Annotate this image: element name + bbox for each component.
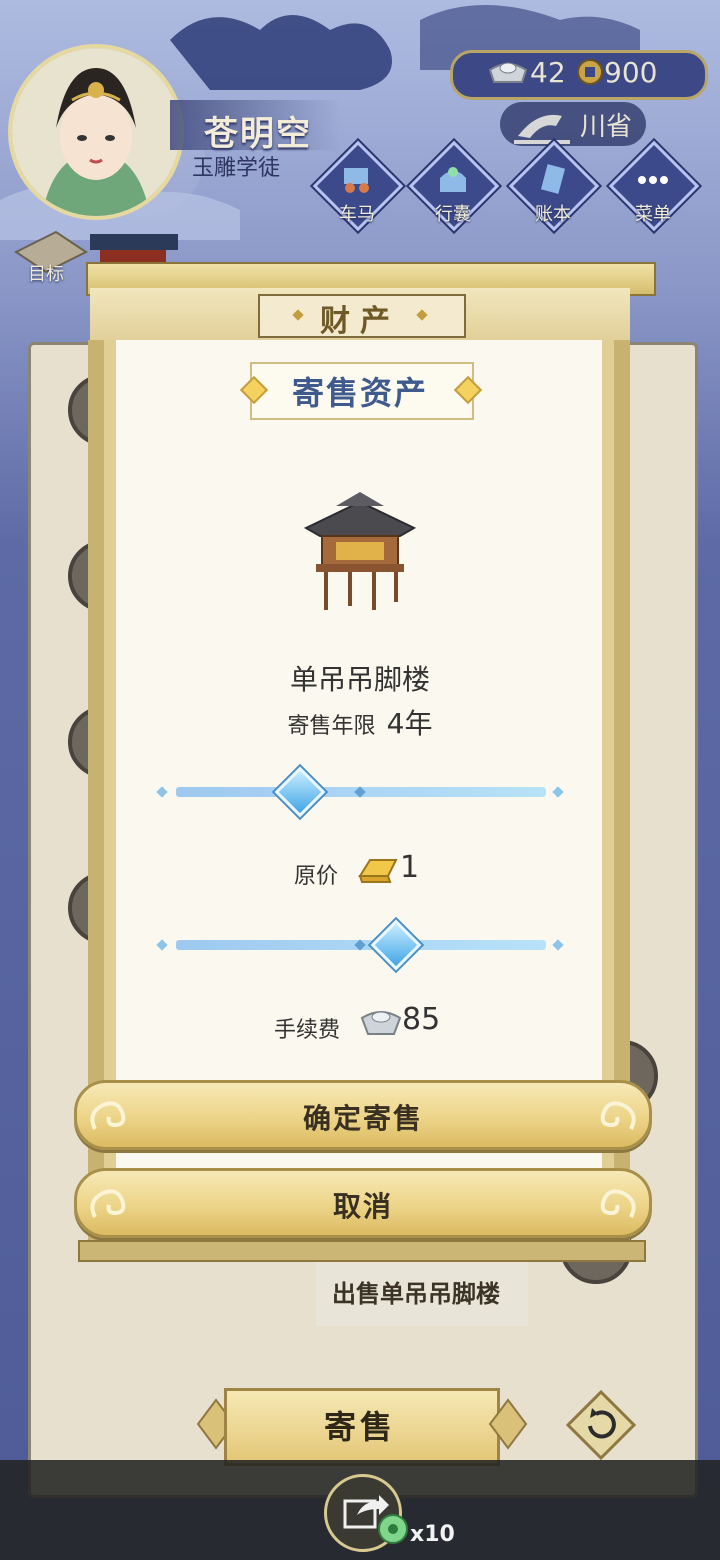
jade-token-icon bbox=[378, 1514, 408, 1544]
player-avatar[interactable] bbox=[8, 44, 184, 220]
fee-row: 手续费 85 bbox=[160, 1002, 560, 1043]
copper-count: 900 bbox=[604, 56, 658, 89]
gold-bar-icon bbox=[358, 859, 398, 883]
nav-menu-button[interactable]: 菜单 bbox=[608, 140, 700, 232]
consign-tab-label: 寄售 bbox=[323, 1408, 396, 1446]
province-label: 川省 bbox=[580, 112, 633, 142]
stilt-house-icon bbox=[303, 492, 417, 610]
nav-bag-button[interactable]: 行囊 bbox=[408, 140, 500, 232]
consign-tab-button[interactable]: 寄售 bbox=[196, 1388, 528, 1466]
player-name: 苍明空 bbox=[204, 114, 312, 154]
nav-label: 车马 bbox=[339, 204, 375, 225]
nav-label: 行囊 bbox=[435, 204, 471, 225]
silver-ingot-icon bbox=[360, 1011, 402, 1035]
refresh-icon bbox=[565, 1389, 637, 1461]
refresh-button[interactable] bbox=[565, 1389, 637, 1461]
cancel-label: 取消 bbox=[332, 1190, 393, 1223]
cancel-button[interactable]: 取消 bbox=[74, 1168, 652, 1238]
modal-title: 财产 bbox=[320, 304, 400, 339]
fee-value: 85 bbox=[402, 1002, 441, 1037]
fee-label: 手续费 bbox=[274, 1018, 341, 1043]
price-slider[interactable] bbox=[156, 919, 564, 971]
term-slider[interactable] bbox=[156, 766, 564, 818]
nav-label: 账本 bbox=[535, 204, 571, 225]
term-value: 4年 bbox=[386, 707, 433, 740]
confirm-consign-button[interactable]: 确定寄售 bbox=[74, 1080, 652, 1150]
silver-ingot-icon bbox=[488, 62, 528, 83]
modal-bottom-rod bbox=[78, 1240, 646, 1262]
dialog-subtitle: 寄售资产 bbox=[291, 374, 428, 412]
nav-ledger-button[interactable]: 账本 bbox=[508, 140, 600, 232]
avatar-portrait-icon bbox=[12, 48, 180, 216]
player-title: 玉雕学徒 bbox=[192, 156, 281, 181]
nav-label: 菜单 bbox=[635, 204, 671, 225]
nav-carriage-button[interactable]: 车马 bbox=[312, 140, 404, 232]
bag-icon bbox=[440, 167, 466, 192]
price-label: 原价 bbox=[294, 864, 339, 889]
copper-coin-icon bbox=[577, 59, 603, 85]
price-value: 1 bbox=[400, 850, 420, 885]
term-label: 寄售年限 bbox=[287, 714, 376, 739]
share-reward-count: x10 bbox=[410, 1522, 455, 1547]
ledger-icon bbox=[540, 164, 566, 194]
confirm-label: 确定寄售 bbox=[302, 1102, 423, 1135]
consign-term-row: 寄售年限 4年 bbox=[160, 702, 560, 742]
rider-icon bbox=[514, 114, 570, 144]
carriage-icon bbox=[344, 168, 369, 193]
menu-dots-icon bbox=[638, 176, 668, 184]
asset-name: 单吊吊脚楼 bbox=[289, 663, 430, 696]
goal-label: 目标 bbox=[28, 264, 64, 285]
sell-asset-label: 出售单吊吊脚楼 bbox=[332, 1280, 500, 1308]
silver-count: 42 bbox=[530, 56, 566, 89]
price-row: 原价 1 bbox=[160, 850, 560, 890]
